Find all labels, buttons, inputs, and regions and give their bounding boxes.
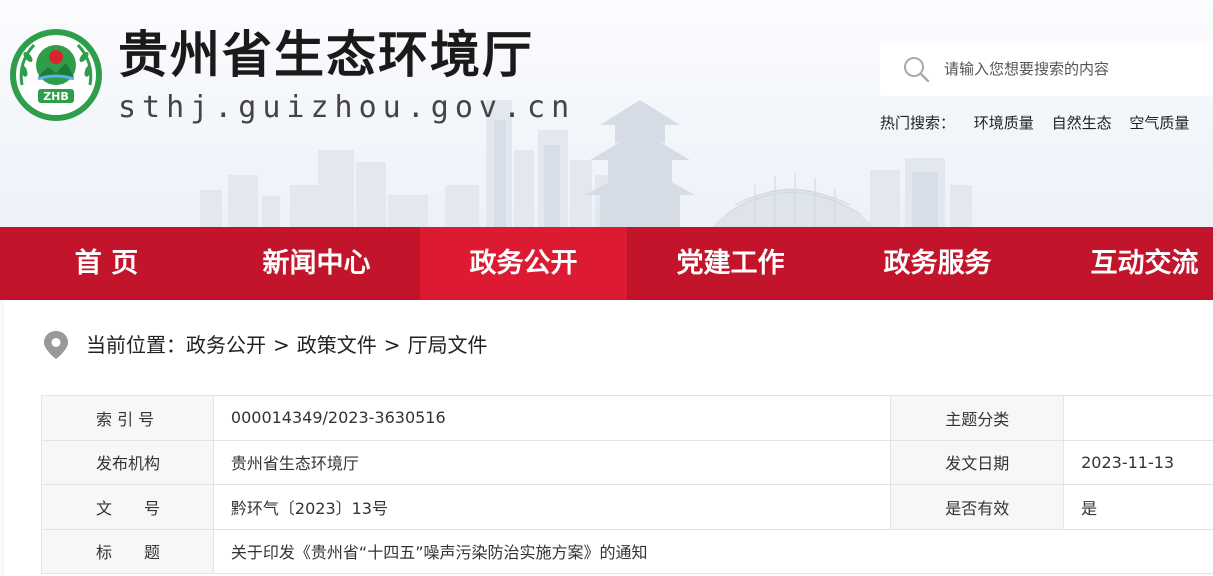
search-input[interactable]	[944, 51, 1204, 87]
table-row: 索 引 号 000014349/2023-3630516 主题分类	[41, 395, 1213, 441]
breadcrumb: 当前位置：政务公开 > 政策文件 > 厅局文件	[86, 330, 488, 360]
breadcrumb-separator: >	[273, 333, 290, 357]
document-info-table: 索 引 号 000014349/2023-3630516 主题分类 发布机构 贵…	[41, 395, 1213, 574]
document-number-value: 黔环气〔2023〕13号	[212, 484, 892, 530]
hot-search-label: 热门搜索：	[880, 114, 956, 132]
issuing-agency-label: 发布机构	[41, 439, 214, 485]
nav-item-government-services[interactable]: 政务服务	[834, 227, 1041, 300]
logo-text: ZHB	[43, 90, 69, 103]
document-number-label: 文 号	[41, 484, 214, 530]
subject-category-value	[1063, 395, 1213, 441]
site-header: ZHB 贵州省生态环境厅 sthj.guizhou.gov.cn 热门搜索： 环…	[0, 0, 1213, 227]
table-row: 标 题 关于印发《贵州省“十四五”噪声污染防治实施方案》的通知	[41, 528, 1213, 574]
breadcrumb-separator: >	[383, 333, 401, 357]
search-box	[880, 41, 1213, 96]
issue-date-value: 2023-11-13	[1063, 439, 1213, 485]
validity-value: 是	[1063, 484, 1213, 530]
site-domain: sthj.guizhou.gov.cn	[118, 90, 576, 125]
nav-item-news[interactable]: 新闻中心	[213, 227, 420, 300]
subject-category-label: 主题分类	[890, 395, 1065, 441]
index-number-value: 000014349/2023-3630516	[212, 395, 892, 441]
index-number-label: 索 引 号	[41, 395, 214, 441]
title-label: 标 题	[41, 528, 214, 574]
site-title: 贵州省生态环境厅	[118, 26, 534, 84]
hot-search-link-environment-quality[interactable]: 环境质量	[974, 112, 1034, 134]
breadcrumb-prefix: 当前位置：	[86, 333, 186, 357]
hot-search: 热门搜索： 环境质量 自然生态 空气质量	[880, 112, 1202, 134]
table-row: 发布机构 贵州省生态环境厅 发文日期 2023-11-13	[41, 439, 1213, 485]
search-icon[interactable]	[902, 55, 930, 83]
validity-label: 是否有效	[890, 484, 1065, 530]
issue-date-label: 发文日期	[890, 439, 1065, 485]
breadcrumb-item-policy-documents[interactable]: 政策文件	[297, 330, 377, 360]
hot-search-link-natural-ecology[interactable]: 自然生态	[1052, 112, 1112, 134]
zhb-logo: ZHB	[10, 29, 102, 121]
nav-item-party-building[interactable]: 党建工作	[627, 227, 834, 300]
nav-item-home[interactable]: 首 页	[0, 227, 213, 300]
nav-item-government-affairs[interactable]: 政务公开	[420, 227, 627, 300]
hot-search-link-air-quality[interactable]: 空气质量	[1129, 112, 1189, 134]
location-pin-icon	[44, 331, 68, 359]
breadcrumb-item-government-affairs[interactable]: 政务公开	[186, 330, 266, 360]
table-row: 文 号 黔环气〔2023〕13号 是否有效 是	[41, 484, 1213, 530]
nav-item-interaction[interactable]: 互动交流	[1041, 227, 1213, 300]
main-nav: 首 页 新闻中心 政务公开 党建工作 政务服务 互动交流	[0, 227, 1213, 300]
issuing-agency-value: 贵州省生态环境厅	[212, 439, 892, 485]
breadcrumb-item-department-documents[interactable]: 厅局文件	[408, 330, 488, 360]
title-value: 关于印发《贵州省“十四五”噪声污染防治实施方案》的通知	[212, 528, 1213, 574]
